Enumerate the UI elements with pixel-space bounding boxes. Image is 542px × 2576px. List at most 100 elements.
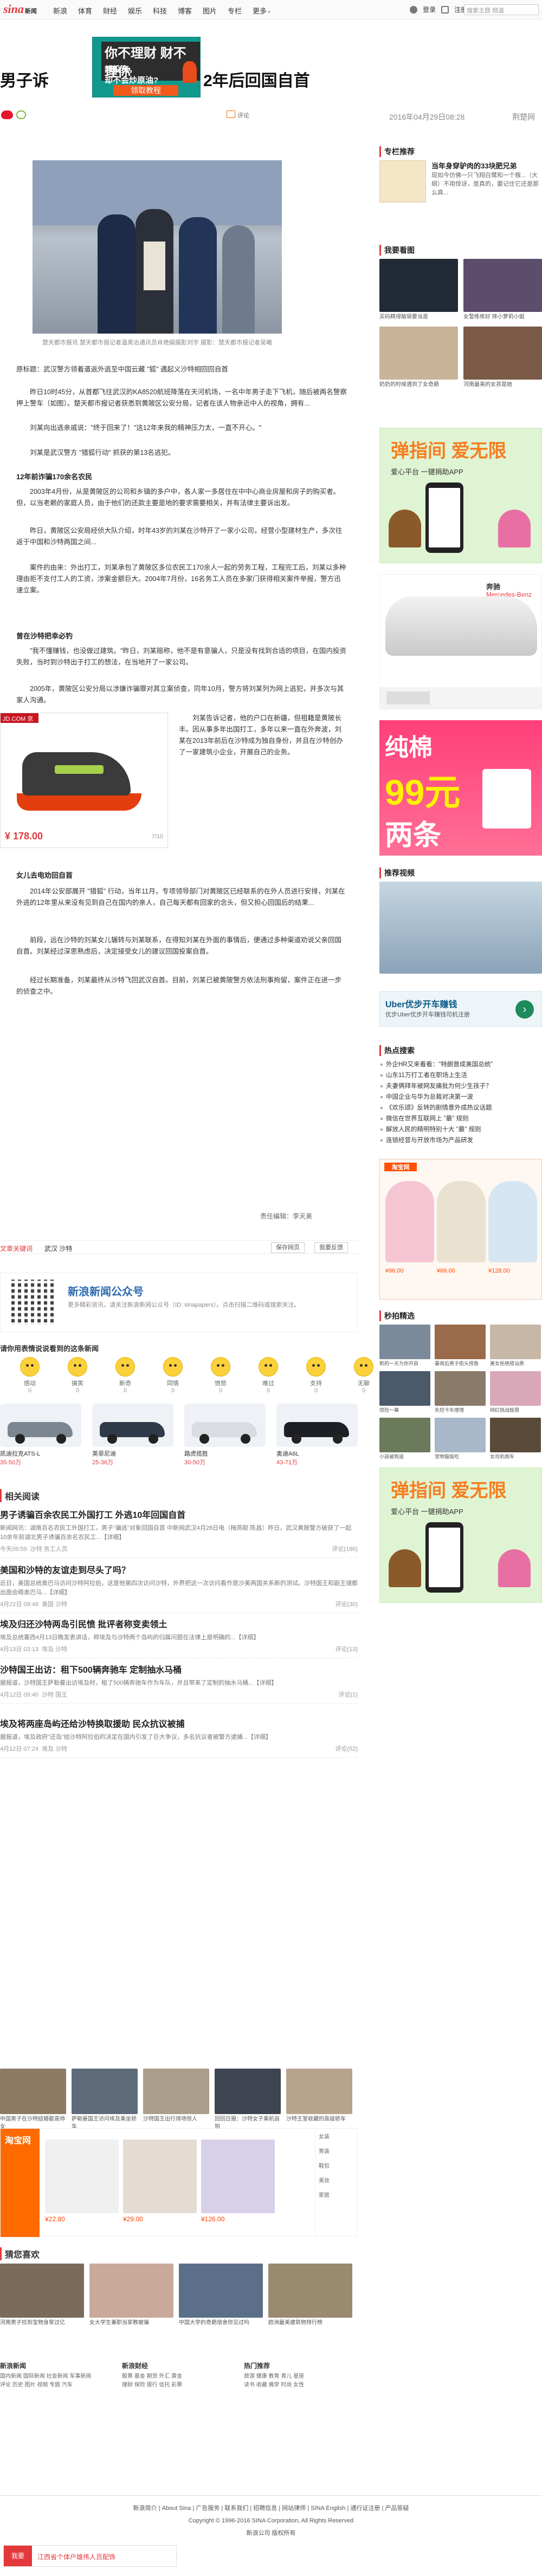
grid-card[interactable]: 小孩被狗追 — [379, 1418, 430, 1460]
taobao-side-ad[interactable]: 淘宝网 ¥96.00 ¥69.00 ¥128.00 — [379, 1159, 542, 1300]
photo-thumb[interactable]: 沙特王室收藏的高级轿车 — [286, 2069, 352, 2131]
grid-card[interactable]: 宠物猫偷吃 — [435, 1418, 486, 1460]
hot-item[interactable]: 外企HR又来看看："特朗普成美国总统" — [379, 1059, 542, 1070]
promo-card[interactable]: 当年身穿驴肉的33块肥兄弟 现如今仿佛一只飞翔白鹭和一个猴...（大纲）不用惊讶… — [379, 160, 542, 209]
charity-app-ad[interactable]: 弹指间 爱无限 爱心平台 一键捐助APP — [379, 1468, 542, 1603]
grid-card[interactable]: 女司机倒车 — [490, 1418, 541, 1460]
mood-item[interactable]: 搞笑 0 — [64, 1357, 91, 1394]
related-comments[interactable]: 评论(13) — [335, 1645, 358, 1653]
nav-item-sports[interactable]: 体育 — [78, 5, 101, 16]
category-link[interactable]: 家居 — [315, 2187, 358, 2202]
column-links[interactable]: 旅游 健康 教育 育儿 星座 — [244, 2372, 358, 2381]
category-link[interactable]: 男装 — [315, 2143, 358, 2158]
related-comments[interactable]: 评论(52) — [335, 1744, 358, 1753]
feedback-button[interactable]: 我要反馈 — [314, 1242, 348, 1253]
photo-thumb[interactable]: 中国大学的奇葩宿舍你见过吗 — [179, 2264, 263, 2327]
related-title[interactable]: 沙特国王出访：租下500辆奔驰车 定制抽水马桶 — [0, 1662, 358, 1675]
hot-item[interactable]: 中国企业与华为总裁对决第一波 — [379, 1092, 542, 1103]
related-title[interactable]: 埃及将两座岛屿还给沙特换取援助 民众抗议被捕 — [0, 1717, 358, 1730]
grid-card[interactable]: 失控卡车撞墙 — [435, 1371, 486, 1413]
related-title[interactable]: 埃及归还沙特两岛引民愤 批评者称变卖领土 — [0, 1617, 358, 1630]
video-card[interactable]: 买码精得脑袋要当是 — [379, 259, 458, 321]
car-card[interactable]: 奥迪A6L 43-71万 — [276, 1404, 358, 1466]
feedback-text[interactable]: 江西省个体户雄伟人员配饰 — [37, 2552, 115, 2561]
weibo-icon[interactable] — [1, 110, 13, 119]
column-links[interactable]: 评论 历史 图片 视频 专题 汽车 — [0, 2381, 114, 2390]
ad-pager[interactable]: 7/10 — [152, 833, 163, 840]
comment-icon[interactable] — [227, 110, 235, 118]
comment-link[interactable]: 评论 — [237, 111, 249, 120]
promo-title[interactable]: 当年身穿驴肉的33块肥兄弟 — [431, 160, 540, 171]
mood-item[interactable]: 感动 0 — [16, 1357, 43, 1394]
photo-thumb[interactable]: 河南男子捡到宝物身家过亿 — [0, 2264, 84, 2327]
hot-item[interactable]: 连锁经营与开放市场为产品研发 — [379, 1135, 542, 1146]
car-card[interactable]: 凯迪拉克ATS-L 35-50万 — [0, 1404, 81, 1466]
column-links[interactable]: 理财 保险 银行 信托 彩票 — [122, 2381, 236, 2390]
uber-ad[interactable]: Uber优步开车赚钱 优步Uber优步开车赚钱司机注册 › — [379, 991, 542, 1027]
column-title[interactable]: 热门推荐 — [244, 2361, 358, 2370]
photo-thumb[interactable]: 萨勒曼国王访问埃及乘坐轿车 — [72, 2069, 138, 2131]
footer-links[interactable]: 新浪简介 | About Sina | 广告服务 | 联系我们 | 招聘信息 |… — [0, 2503, 542, 2512]
nav-item-ent[interactable]: 娱乐 — [128, 5, 151, 16]
login-link[interactable]: 登录 — [423, 5, 436, 14]
search-input[interactable]: 搜索主题 频道 — [464, 4, 539, 15]
category-link[interactable]: 女装 — [315, 2129, 358, 2143]
hot-item[interactable]: 解放人民的精明特别十大 "最" 规则 — [379, 1124, 542, 1135]
related-comments[interactable]: 评论(30) — [335, 1600, 358, 1608]
mail-icon[interactable] — [441, 5, 449, 14]
column-title[interactable]: 新浪财经 — [122, 2361, 236, 2370]
related-tags[interactable]: 埃及 沙特 — [42, 1746, 67, 1752]
related-title[interactable]: 男子诱骗百余农民工外国打工 外逃10年回国自首 — [0, 1508, 358, 1521]
wechat-icon[interactable] — [16, 110, 26, 119]
feedback-bar[interactable]: 我要 江西省个体户雄伟人员配饰 — [3, 2545, 177, 2567]
sina-logo[interactable]: sina 新闻 — [3, 2, 37, 16]
related-tags[interactable]: 沙特 务工人员 — [30, 1546, 68, 1553]
category-link[interactable]: 鞋包 — [315, 2158, 358, 2173]
grid-card[interactable]: 惊险一幕 — [379, 1371, 430, 1413]
nav-item-photo[interactable]: 图片 — [203, 5, 225, 16]
photo-thumb[interactable]: 中国男子在沙特结婚娶高帅女 — [0, 2069, 66, 2131]
related-tags[interactable]: 沙特 国王 — [42, 1692, 67, 1698]
photo-thumb[interactable]: 沙特国王出行排场惊人 — [143, 2069, 209, 2131]
nav-item-tech[interactable]: 科技 — [153, 5, 176, 16]
jd-product-ad[interactable]: JD.COM 京东 ¥ 178.00 7/10 — [0, 713, 168, 848]
related-comments[interactable]: 评论(1) — [339, 1690, 358, 1699]
hot-item[interactable]: 《欢乐颂》反转的剧情意外成热议话题 — [379, 1103, 542, 1113]
benz-ad[interactable]: 奔驰 Mercedes-Benz — [379, 574, 542, 709]
related-comments[interactable]: 评论(186) — [332, 1544, 358, 1553]
nav-item-blog[interactable]: 博客 — [178, 5, 201, 16]
photo-thumb[interactable]: 女大学生兼职当家教被骗 — [89, 2264, 173, 2327]
save-page-button[interactable]: 保存网页 — [271, 1242, 305, 1253]
arrow-right-icon[interactable]: › — [515, 1000, 534, 1019]
mood-item[interactable]: 无聊 0 — [350, 1357, 377, 1394]
column-links[interactable]: 国内新闻 国际新闻 社会新闻 军事新闻 — [0, 2372, 114, 2381]
related-tags[interactable]: 埃及 沙特 — [42, 1646, 67, 1653]
video-card[interactable] — [379, 882, 542, 974]
column-title[interactable]: 新浪新闻 — [0, 2361, 114, 2370]
nav-item-more[interactable]: 更多 — [253, 5, 275, 16]
underwear-ad[interactable]: 纯棉 99元 两条 — [379, 720, 542, 856]
mood-item[interactable]: 愤怒 0 — [207, 1357, 234, 1394]
hot-item[interactable]: 夫妻俩拜年被网友痛批为何少生孩子？ — [379, 1081, 542, 1092]
grid-card[interactable]: 新的一天为你开启 — [379, 1325, 430, 1367]
video-card[interactable]: 奶奶的时候遇到了女奇葩 — [379, 327, 458, 389]
mood-item[interactable]: 支持 0 — [302, 1357, 330, 1394]
feedback-button[interactable]: 我要 — [4, 2546, 32, 2566]
keyword-links[interactable]: 武汉 沙特 — [44, 1244, 72, 1253]
charity-app-ad[interactable]: 弹指间 爱无限 爱心平台 一键捐助APP — [379, 428, 542, 563]
finance-ad-popup[interactable]: 你不理财 财不理你 想投资， 却不会炒原油? 领取教程 — [92, 37, 201, 97]
photo-thumb[interactable]: 欧洲最美建筑物排行榜 — [268, 2264, 352, 2327]
nav-item-finance[interactable]: 财经 — [103, 5, 126, 16]
car-card[interactable]: 路虎揽胜 30-50万 — [184, 1404, 266, 1466]
grid-card[interactable]: 网红挑战极限 — [490, 1371, 541, 1413]
taobao-ad[interactable]: 淘宝网 ¥22.80 ¥29.00 ¥126.00 女装 男装 鞋包 美妆 家居 — [0, 2128, 358, 2237]
nav-item-sina[interactable]: 新浪 — [53, 5, 76, 16]
news-source[interactable]: 荆楚网 — [512, 112, 535, 122]
video-card[interactable]: 女警练练好 摔小萝莉小姐 — [463, 259, 542, 321]
related-tags[interactable]: 美国 沙特 — [42, 1601, 67, 1608]
wechat-title[interactable]: 新浪新闻公众号 — [68, 1283, 144, 1299]
grid-card[interactable]: 美女拒绝搭讪男 — [490, 1325, 541, 1367]
grid-card[interactable]: 暴雨后男子街头捞鱼 — [435, 1325, 486, 1367]
mood-item[interactable]: 同情 0 — [159, 1357, 186, 1394]
nav-item-column[interactable]: 专栏 — [228, 5, 250, 16]
